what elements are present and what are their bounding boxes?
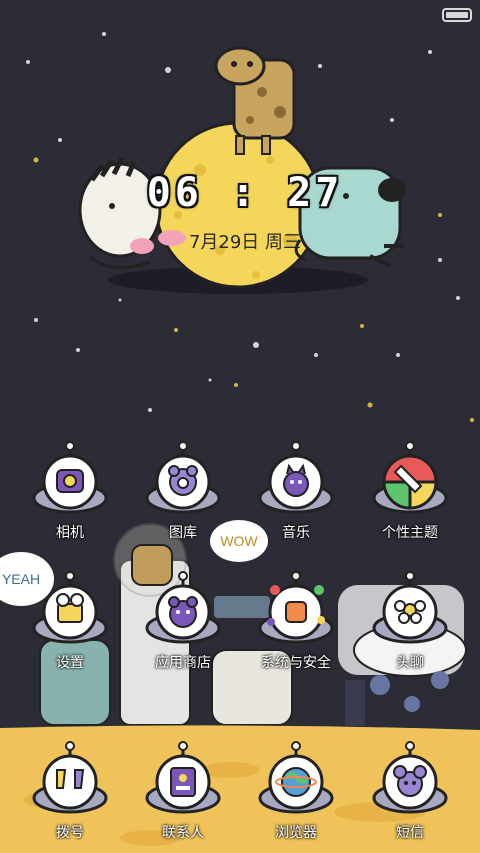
music-icon xyxy=(257,440,335,520)
app-phone[interactable]: 拨号 xyxy=(15,740,125,850)
app-store[interactable]: 应用商店 xyxy=(128,570,238,680)
lockscreen-clock-time: 06 : 27 xyxy=(146,170,344,216)
app-label: 头聊 xyxy=(396,655,424,671)
security-icon xyxy=(257,570,335,650)
app-label: 个性主题 xyxy=(382,525,438,541)
app-label: 浏览器 xyxy=(275,825,317,841)
app-label: 相机 xyxy=(56,525,84,541)
settings-icon xyxy=(31,570,109,650)
phone-icon xyxy=(31,740,109,820)
app-browser[interactable]: 浏览器 xyxy=(241,740,351,850)
contacts-icon xyxy=(144,740,222,820)
app-security[interactable]: 系统与安全 xyxy=(241,570,351,680)
app-label: 拨号 xyxy=(56,825,84,841)
app-camera[interactable]: 相机 xyxy=(15,440,125,550)
messages-icon xyxy=(371,740,449,820)
app-label: 音乐 xyxy=(282,525,310,541)
app-label: 系统与安全 xyxy=(261,655,331,671)
battery-icon xyxy=(442,8,472,22)
app-label: 设置 xyxy=(56,655,84,671)
app-music[interactable]: 音乐 xyxy=(241,440,351,550)
gallery-icon xyxy=(144,440,222,520)
app-label: 短信 xyxy=(396,825,424,841)
app-messages[interactable]: 短信 xyxy=(355,740,465,850)
app-theme[interactable]: 个性主题 xyxy=(355,440,465,550)
lockscreen-clock-date: 7月29日 周三 xyxy=(188,232,302,253)
browser-icon xyxy=(257,740,335,820)
theme-icon xyxy=(371,440,449,520)
app-settings[interactable]: 设置 xyxy=(15,570,125,680)
app-chat[interactable]: 头聊 xyxy=(355,570,465,680)
app-contacts[interactable]: 联系人 xyxy=(128,740,238,850)
chat-icon xyxy=(371,570,449,650)
camera-icon xyxy=(31,440,109,520)
wallpaper-illustration xyxy=(0,32,480,853)
app-store-icon xyxy=(144,570,222,650)
app-label: 联系人 xyxy=(162,825,204,841)
app-label: 图库 xyxy=(169,525,197,541)
app-label: 应用商店 xyxy=(155,655,211,671)
home-screen: WOW YEAH 06 : 27 7月29日 周三 相机 图库 音乐 个性主题 … xyxy=(0,0,480,853)
app-gallery[interactable]: 图库 xyxy=(128,440,238,550)
